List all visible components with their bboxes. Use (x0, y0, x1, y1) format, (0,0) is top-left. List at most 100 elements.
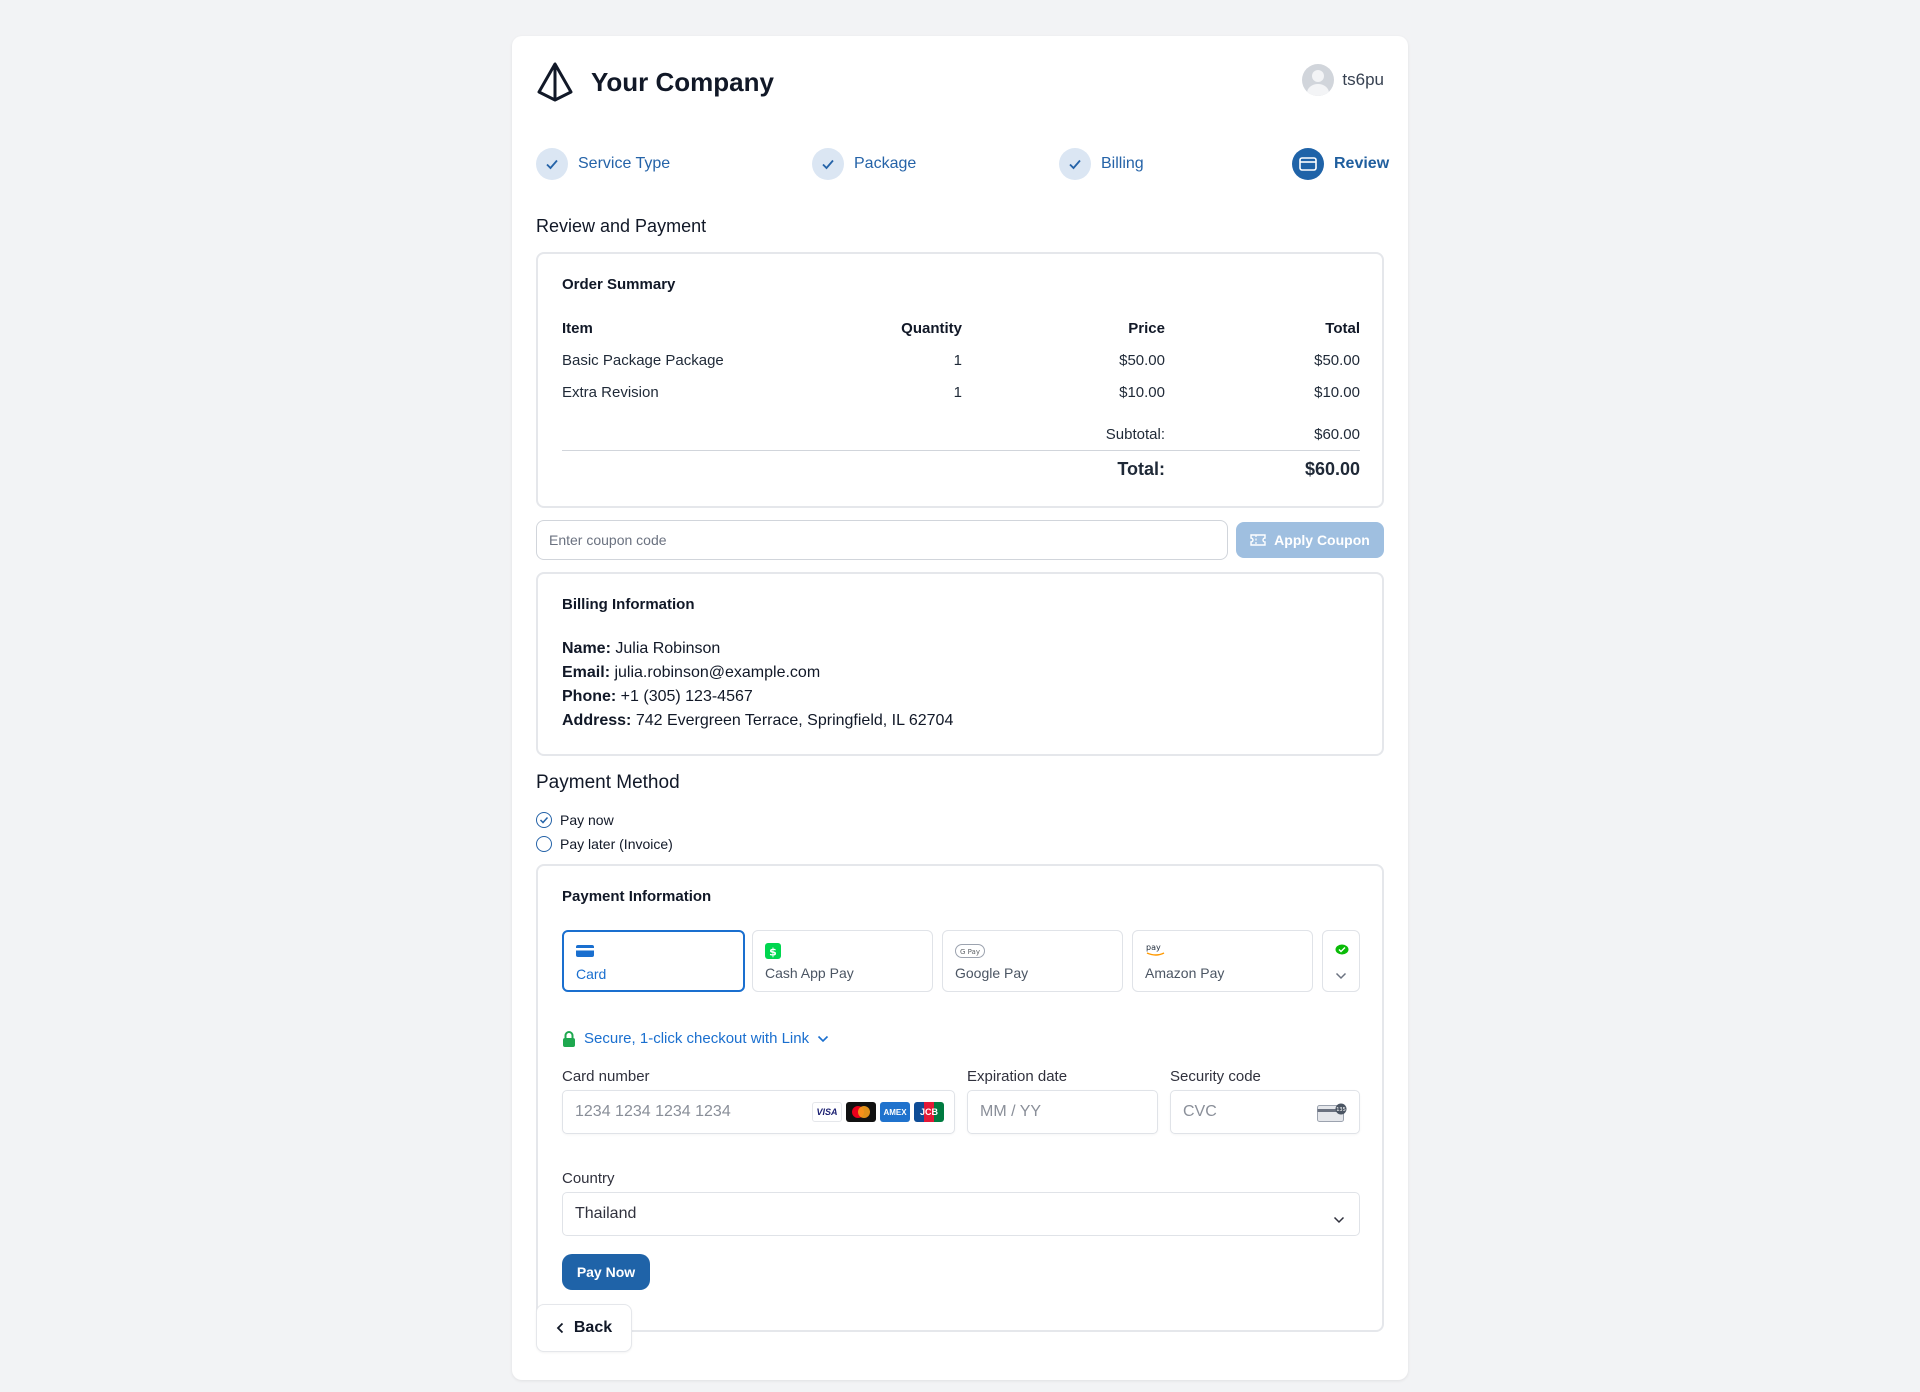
item-price: $10.00 (1119, 384, 1165, 401)
total-label: Total: (1117, 459, 1165, 479)
back-label: Back (573, 1319, 613, 1336)
visa-icon: VISA (812, 1102, 842, 1122)
tab-cash-app-pay[interactable]: $ Cash App Pay (752, 930, 933, 992)
expiry-label: Expiration date (967, 1068, 1068, 1085)
col-quantity: Quantity (901, 320, 962, 337)
card-number-input[interactable]: 1234 1234 1234 1234 VISA AMEX JCB (562, 1090, 955, 1134)
item-total: $50.00 (1314, 352, 1360, 369)
item-price: $50.00 (1119, 352, 1165, 369)
more-payment-methods[interactable] (1322, 930, 1360, 992)
tab-label: Google Pay (955, 965, 1029, 981)
back-button[interactable]: Back (536, 1304, 632, 1352)
col-price: Price (1128, 320, 1165, 337)
col-item: Item (562, 320, 593, 337)
checkout-card: Your Company ts6pu Service Type Package … (512, 36, 1408, 1380)
step-label: Service Type (578, 155, 671, 172)
chevron-down-icon (818, 1035, 829, 1042)
link-checkout[interactable]: Secure, 1-click checkout with Link (562, 1030, 829, 1047)
billing-address-label: Address: (562, 712, 632, 729)
subtotal-label: Subtotal: (1105, 426, 1165, 443)
lock-icon (563, 1030, 575, 1047)
subtotal-value: $60.00 (1314, 426, 1360, 443)
svg-text:$: $ (769, 946, 777, 959)
svg-text:G Pay: G Pay (960, 948, 980, 956)
subtotal-row: Subtotal: $60.00 (562, 426, 1360, 446)
pay-now-button[interactable]: Pay Now (562, 1254, 650, 1290)
country-label: Country (562, 1170, 615, 1187)
payment-info-panel: Payment Information Card $ Cash App Pay … (536, 864, 1384, 1332)
item-total: $10.00 (1314, 384, 1360, 401)
amazon-pay-icon: pay (1145, 942, 1169, 963)
table-row: Basic Package Package 1 $50.00 $50.00 (562, 352, 1360, 372)
chevron-down-icon (1335, 967, 1347, 985)
radio-pay-later[interactable]: Pay later (Invoice) (536, 836, 673, 852)
order-summary-title: Order Summary (562, 276, 676, 293)
tab-card[interactable]: Card (562, 930, 745, 992)
country-value: Thailand (575, 1205, 637, 1222)
step-package[interactable]: Package (812, 148, 916, 180)
billing-info-panel: Billing Information Name: Julia Robinson… (536, 572, 1384, 756)
radio-pay-now[interactable]: Pay now (536, 812, 614, 828)
credit-card-icon (1292, 148, 1324, 180)
chevron-left-icon (556, 1322, 564, 1334)
cvc-label: Security code (1170, 1068, 1261, 1085)
step-service-type[interactable]: Service Type (536, 148, 670, 180)
billing-name-value: Julia Robinson (615, 640, 721, 657)
total-row: Total: $60.00 (562, 459, 1360, 479)
billing-email: Email: julia.robinson@example.com (562, 664, 820, 682)
table-header: Item Quantity Price Total (562, 320, 1360, 340)
jcb-icon: JCB (914, 1102, 944, 1122)
svg-text:135: 135 (1336, 1107, 1346, 1113)
step-label: Review (1334, 155, 1390, 172)
radio-unchecked-icon (536, 836, 552, 852)
billing-email-value: julia.robinson@example.com (614, 664, 821, 681)
amex-icon: AMEX (880, 1102, 910, 1122)
mastercard-icon (846, 1102, 876, 1122)
card-icon (576, 944, 594, 963)
user-menu[interactable]: ts6pu (1302, 64, 1384, 96)
svg-text:pay: pay (1146, 943, 1161, 952)
tab-google-pay[interactable]: G Pay Google Pay (942, 930, 1123, 992)
order-summary-panel: Order Summary Item Quantity Price Total … (536, 252, 1384, 508)
col-total: Total (1325, 320, 1360, 337)
apply-coupon-button[interactable]: Apply Coupon (1236, 522, 1384, 558)
tab-amazon-pay[interactable]: pay Amazon Pay (1132, 930, 1313, 992)
cvc-card-icon: 135 (1317, 1103, 1347, 1128)
link-checkout-text: Secure, 1-click checkout with Link (584, 1030, 810, 1047)
table-row: Extra Revision 1 $10.00 $10.00 (562, 384, 1360, 404)
billing-info-title: Billing Information (562, 596, 695, 613)
check-icon (812, 148, 844, 180)
card-brands: VISA AMEX JCB (812, 1102, 944, 1122)
cvc-input[interactable]: CVC 135 (1170, 1090, 1360, 1134)
google-pay-icon: G Pay (955, 944, 985, 963)
tab-label: Cash App Pay (765, 965, 854, 981)
card-number-placeholder: 1234 1234 1234 1234 (575, 1103, 731, 1120)
expiry-placeholder: MM / YY (980, 1103, 1042, 1120)
billing-address: Address: 742 Evergreen Terrace, Springfi… (562, 712, 953, 730)
ticket-icon (1250, 534, 1266, 546)
wechat-pay-icon (1335, 943, 1349, 961)
chevron-down-icon (1333, 1211, 1345, 1229)
tab-label: Card (576, 966, 607, 982)
billing-address-value: 742 Evergreen Terrace, Springfield, IL 6… (635, 712, 954, 729)
apply-coupon-label: Apply Coupon (1274, 532, 1370, 548)
step-label: Billing (1101, 155, 1144, 172)
brand-name: Your Company (591, 66, 774, 97)
card-number-label: Card number (562, 1068, 650, 1085)
logo-icon (537, 62, 573, 102)
item-name: Basic Package Package (562, 352, 724, 369)
item-name: Extra Revision (562, 384, 659, 401)
billing-phone-value: +1 (305) 123-4567 (620, 688, 753, 705)
coupon-input[interactable] (536, 520, 1228, 560)
item-quantity: 1 (953, 352, 962, 369)
billing-email-label: Email: (562, 664, 611, 681)
step-label: Package (854, 155, 917, 172)
country-select[interactable]: Thailand (562, 1192, 1360, 1236)
step-review[interactable]: Review (1292, 148, 1389, 180)
billing-phone: Phone: +1 (305) 123-4567 (562, 688, 753, 706)
step-billing[interactable]: Billing (1059, 148, 1144, 180)
expiry-input[interactable]: MM / YY (967, 1090, 1158, 1134)
avatar (1302, 64, 1335, 96)
billing-name: Name: Julia Robinson (562, 640, 720, 658)
check-icon (536, 148, 568, 180)
